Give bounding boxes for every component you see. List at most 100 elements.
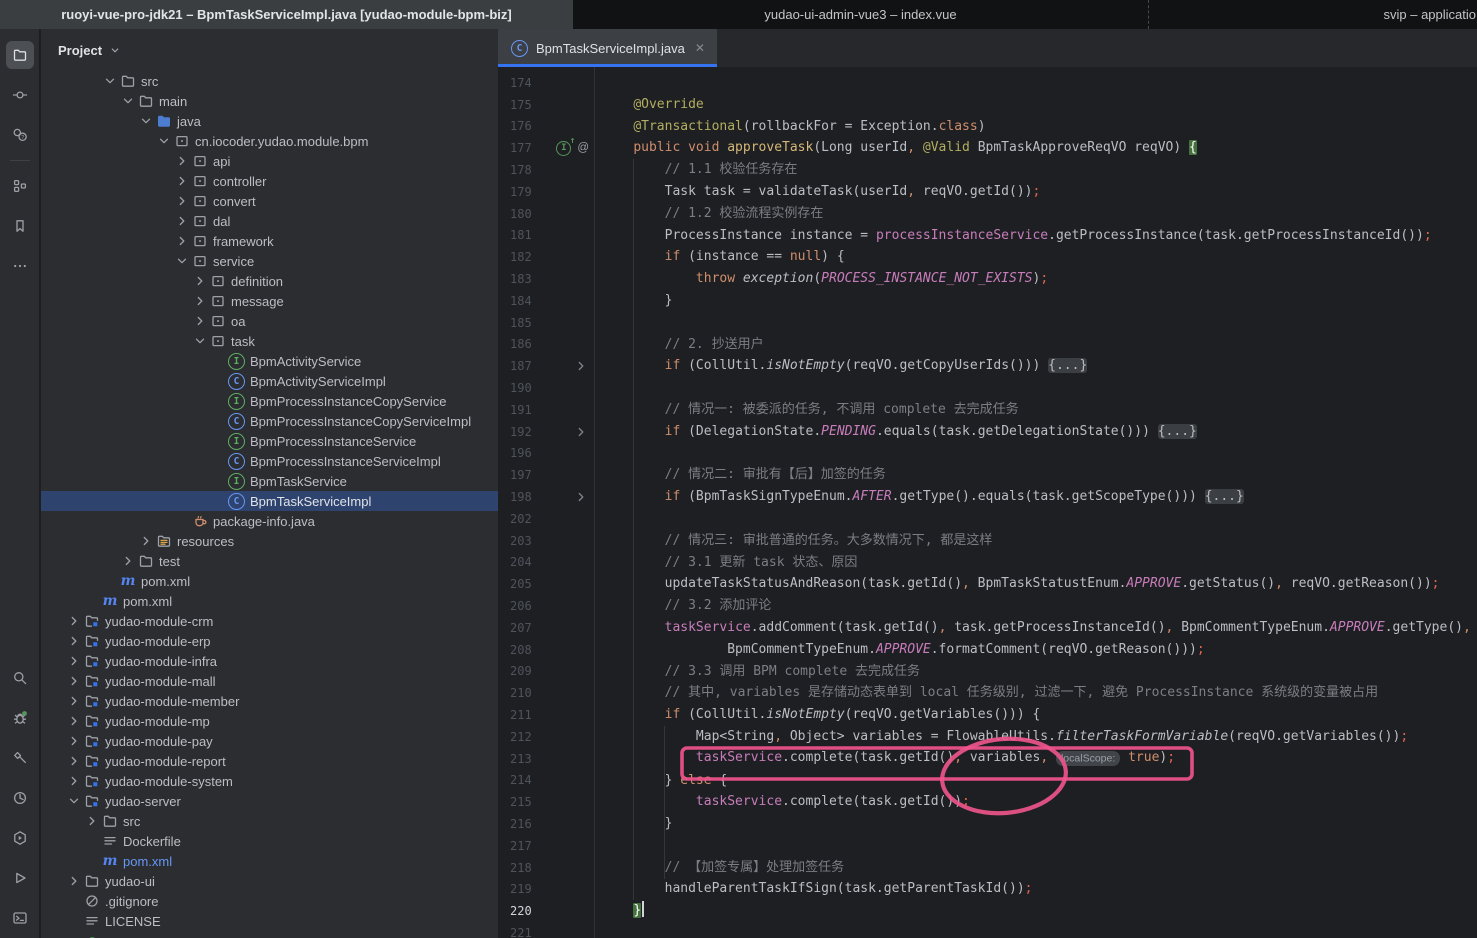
code-line-218[interactable]: 218 // 【加签专属】处理加签任务: [498, 857, 1477, 879]
chevron-right-icon[interactable]: [65, 673, 83, 689]
code-text[interactable]: // 情况二: 审批有【后】加签的任务: [602, 464, 886, 486]
line-number[interactable]: 205: [498, 577, 548, 591]
chevron-right-icon[interactable]: [65, 693, 83, 709]
line-number[interactable]: 196: [498, 446, 548, 460]
line-number[interactable]: 174: [498, 76, 548, 90]
code-text[interactable]: ProcessInstance instance = processInstan…: [602, 225, 1432, 247]
line-number[interactable]: 207: [498, 621, 548, 635]
code-line-221[interactable]: 221: [498, 922, 1477, 938]
code-line-208[interactable]: 208 BpmCommentTypeEnum.APPROVE.formatCom…: [498, 639, 1477, 661]
line-number[interactable]: 212: [498, 730, 548, 744]
fold-arrow-icon[interactable]: [573, 489, 589, 505]
close-icon[interactable]: ✕: [695, 41, 705, 55]
tree-item-task[interactable]: task: [41, 331, 498, 351]
tree-item-oa[interactable]: oa: [41, 311, 498, 331]
code-line-212[interactable]: 212 Map<String, Object> variables = Flow…: [498, 726, 1477, 748]
annotation-gutter-icon[interactable]: @: [577, 142, 589, 154]
implementing-method-icon[interactable]: I↑: [556, 141, 571, 156]
chevron-down-icon[interactable]: [173, 253, 191, 269]
code-line-187[interactable]: 187 if (CollUtil.isNotEmpty(reqVO.getCop…: [498, 355, 1477, 377]
chevron-right-icon[interactable]: [191, 293, 209, 309]
line-number[interactable]: 179: [498, 185, 548, 199]
code-text[interactable]: throw exception(PROCESS_INSTANCE_NOT_EXI…: [602, 268, 1048, 290]
tree-item-yudao-module-infra[interactable]: yudao-module-infra: [41, 651, 498, 671]
chevron-right-icon[interactable]: [173, 153, 191, 169]
code-text[interactable]: if (CollUtil.isNotEmpty(reqVO.getVariabl…: [602, 704, 1040, 726]
line-number[interactable]: 206: [498, 599, 548, 613]
code-text[interactable]: }: [602, 813, 672, 835]
line-number[interactable]: 182: [498, 250, 548, 264]
tree-item-yudao-module-member[interactable]: yudao-module-member: [41, 691, 498, 711]
code-line-205[interactable]: 205 updateTaskStatusAndReason(task.getId…: [498, 573, 1477, 595]
tree-item-BpmActivityService[interactable]: IBpmActivityService: [41, 351, 498, 371]
code-text[interactable]: // 其中, variables 是存储动态表单到 local 任务级别, 过滤…: [602, 682, 1378, 704]
code-line-177[interactable]: 177I↑@ public void approveTask(Long user…: [498, 137, 1477, 159]
tree-item-pom.xml[interactable]: mpom.xml: [41, 571, 498, 591]
code-line-186[interactable]: 186 // 2. 抄送用户: [498, 334, 1477, 356]
code-text[interactable]: updateTaskStatusAndReason(task.getId(), …: [602, 573, 1440, 595]
code-line-197[interactable]: 197 // 情况二: 审批有【后】加签的任务: [498, 464, 1477, 486]
chevron-right-icon[interactable]: [65, 613, 83, 629]
code-text[interactable]: taskService.complete(task.getId(), varia…: [602, 747, 1175, 770]
bookmarks-icon[interactable]: [6, 212, 34, 240]
project-dropdown[interactable]: Project: [41, 29, 498, 71]
chevron-right-icon[interactable]: [65, 753, 83, 769]
line-number[interactable]: 180: [498, 207, 548, 221]
line-number[interactable]: 187: [498, 359, 548, 373]
fold-arrow-icon[interactable]: [573, 358, 589, 374]
code-line-219[interactable]: 219 handleParentTaskIfSign(task.getParen…: [498, 878, 1477, 900]
code-text[interactable]: // 1.2 校验流程实例存在: [602, 203, 823, 225]
code-text[interactable]: public void approveTask(Long userId, @Va…: [602, 137, 1197, 159]
tree-item-yudao-module-system[interactable]: yudao-module-system: [41, 771, 498, 791]
tree-item-message[interactable]: message: [41, 291, 498, 311]
tree-item-BpmActivityServiceImpl[interactable]: CBpmActivityServiceImpl: [41, 371, 498, 391]
code-line-220[interactable]: 220 }: [498, 900, 1477, 922]
code-line-191[interactable]: 191 // 情况一: 被委派的任务, 不调用 complete 去完成任务: [498, 399, 1477, 421]
code-line-214[interactable]: 214 } else {: [498, 770, 1477, 792]
commit-icon[interactable]: [6, 81, 34, 109]
code-text[interactable]: // 3.1 更新 task 状态、原因: [602, 552, 857, 574]
chevron-down-icon[interactable]: [191, 333, 209, 349]
line-number[interactable]: 203: [498, 534, 548, 548]
line-number[interactable]: 197: [498, 468, 548, 482]
code-line-207[interactable]: 207 taskService.addComment(task.getId(),…: [498, 617, 1477, 639]
tree-item-java[interactable]: java: [41, 111, 498, 131]
structure-icon[interactable]: [6, 172, 34, 200]
line-number[interactable]: 202: [498, 512, 548, 526]
code-line-209[interactable]: 209 // 3.3 调用 BPM complete 去完成任务: [498, 661, 1477, 683]
chevron-down-icon[interactable]: [155, 133, 173, 149]
code-line-184[interactable]: 184 }: [498, 290, 1477, 312]
run-icon[interactable]: [6, 864, 34, 892]
code-line-206[interactable]: 206 // 3.2 添加评论: [498, 595, 1477, 617]
line-number[interactable]: 215: [498, 795, 548, 809]
line-number[interactable]: 214: [498, 773, 548, 787]
code-text[interactable]: @Transactional(rollbackFor = Exception.c…: [602, 116, 986, 138]
tree-item-cn.iocoder.yudao.module.bpm[interactable]: cn.iocoder.yudao.module.bpm: [41, 131, 498, 151]
tree-item-src[interactable]: src: [41, 71, 498, 91]
line-number[interactable]: 198: [498, 490, 548, 504]
code-line-217[interactable]: 217: [498, 835, 1477, 857]
code-text[interactable]: // 2. 抄送用户: [602, 334, 764, 356]
chevron-right-icon[interactable]: [83, 813, 101, 829]
pull-requests-icon[interactable]: ?: [6, 121, 34, 149]
line-number[interactable]: 219: [498, 882, 548, 896]
chevron-right-icon[interactable]: [65, 713, 83, 729]
line-number[interactable]: 191: [498, 403, 548, 417]
chevron-right-icon[interactable]: [191, 313, 209, 329]
line-number[interactable]: 181: [498, 228, 548, 242]
tree-item-BpmProcessInstanceCopyServiceImpl[interactable]: CBpmProcessInstanceCopyServiceImpl: [41, 411, 498, 431]
chevron-right-icon[interactable]: [119, 553, 137, 569]
chevron-right-icon[interactable]: [173, 213, 191, 229]
line-number[interactable]: 176: [498, 119, 548, 133]
tree-item-BpmProcessInstanceCopyService[interactable]: IBpmProcessInstanceCopyService: [41, 391, 498, 411]
chevron-down-icon[interactable]: [65, 793, 83, 809]
code-line-204[interactable]: 204 // 3.1 更新 task 状态、原因: [498, 552, 1477, 574]
code-text[interactable]: taskService.complete(task.getId());: [602, 791, 970, 813]
tree-item-service[interactable]: service: [41, 251, 498, 271]
chevron-right-icon[interactable]: [173, 233, 191, 249]
line-number[interactable]: 183: [498, 272, 548, 286]
tree-item-Dockerfile[interactable]: Dockerfile: [41, 831, 498, 851]
line-number[interactable]: 213: [498, 752, 548, 766]
line-number[interactable]: 204: [498, 555, 548, 569]
code-line-175[interactable]: 175 @Override: [498, 94, 1477, 116]
